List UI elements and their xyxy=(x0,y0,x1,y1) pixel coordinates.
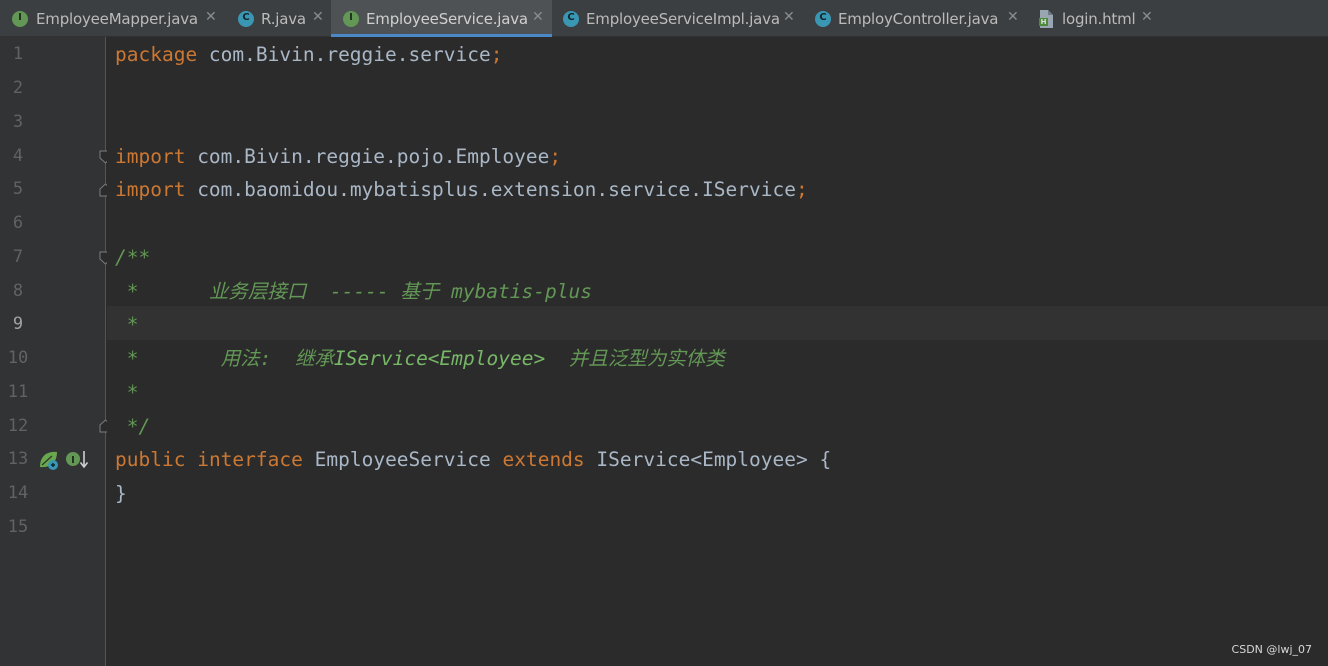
code-line-1[interactable]: package com.Bivin.reggie.service; xyxy=(115,38,502,72)
editor-tab-bar: I EmployeeMapper.java ✕ C R.java ✕ I Emp… xyxy=(0,0,1328,37)
tab-employcontroller[interactable]: C EmployController.java ✕ xyxy=(804,0,1028,37)
code-line-8[interactable]: * 业务层接口 ----- 基于 mybatis-plus xyxy=(115,275,592,309)
supertype: IService<Employee> { xyxy=(596,448,832,471)
keyword: package xyxy=(115,43,198,66)
tab-login-html[interactable]: H login.html ✕ xyxy=(1028,0,1168,37)
interface-file-icon: I xyxy=(343,11,359,27)
close-icon[interactable]: ✕ xyxy=(1007,9,1019,25)
svg-text:I: I xyxy=(71,455,75,466)
line-number: 1 xyxy=(12,44,24,64)
tab-label: EmployeeService.java xyxy=(366,10,528,28)
line-number-gutter[interactable]: 1 2 3 4 5 6 7 8 9 10 11 12 13 14 15 I xyxy=(0,37,106,666)
class-file-icon: C xyxy=(238,11,254,27)
import-path: com.baomidou.mybatisplus.extension.servi… xyxy=(185,178,796,201)
tab-label: EmployeeMapper.java xyxy=(36,10,198,28)
doc-text: * 用法: 继承 xyxy=(115,347,334,370)
class-file-icon: C xyxy=(563,11,579,27)
interface-implemented-icon[interactable]: I xyxy=(65,449,89,471)
line-number: 5 xyxy=(12,179,24,199)
semicolon: ; xyxy=(490,43,503,66)
line-number: 13 xyxy=(7,449,29,469)
close-icon[interactable]: ✕ xyxy=(532,9,544,25)
code-line-13[interactable]: public interface EmployeeService extends… xyxy=(115,443,831,477)
keyword: public xyxy=(115,448,186,471)
tab-label: login.html xyxy=(1062,10,1136,28)
tab-employeeservice[interactable]: I EmployeeService.java ✕ xyxy=(331,0,552,37)
line-number: 6 xyxy=(12,213,24,233)
watermark: CSDN @lwj_07 xyxy=(1231,643,1312,656)
code-line-12[interactable]: */ xyxy=(115,410,151,444)
code-line-4[interactable]: import com.Bivin.reggie.pojo.Employee; xyxy=(115,140,561,174)
keyword: import xyxy=(115,145,186,168)
keyword: import xyxy=(115,178,186,201)
line-number: 14 xyxy=(7,483,29,503)
current-line-highlight xyxy=(107,306,1328,340)
code-editor[interactable]: package com.Bivin.reggie.service; import… xyxy=(107,37,1328,666)
tab-label: EmployeeServiceImpl.java xyxy=(586,10,780,28)
keyword: extends xyxy=(502,448,585,471)
line-number: 7 xyxy=(12,247,24,267)
tab-label: EmployController.java xyxy=(838,10,999,28)
line-number: 3 xyxy=(12,112,24,132)
line-number: 12 xyxy=(7,416,29,436)
code-line-5[interactable]: import com.baomidou.mybatisplus.extensio… xyxy=(115,173,808,207)
line-number: 4 xyxy=(12,146,24,166)
semicolon: ; xyxy=(795,178,808,201)
keyword: interface xyxy=(197,448,303,471)
code-line-7[interactable]: /** xyxy=(115,241,150,275)
code-line-9[interactable]: * xyxy=(115,308,139,342)
code-line-10[interactable]: * 用法: 继承IService<Employee> 并且泛型为实体类 xyxy=(115,342,725,376)
tab-r[interactable]: C R.java ✕ xyxy=(227,0,331,37)
implemented-by-bean-icon[interactable] xyxy=(37,449,61,471)
code-line-14[interactable]: } xyxy=(115,477,127,511)
close-icon[interactable]: ✕ xyxy=(783,9,795,25)
close-icon[interactable]: ✕ xyxy=(1141,9,1153,25)
html-file-icon: H xyxy=(1038,10,1054,28)
doc-type-reference: IService<Employee> xyxy=(333,347,546,370)
close-icon[interactable]: ✕ xyxy=(312,9,324,25)
package-name: com.Bivin.reggie.service xyxy=(197,43,491,66)
tab-employeeserviceimpl[interactable]: C EmployeeServiceImpl.java ✕ xyxy=(552,0,804,37)
import-path: com.Bivin.reggie.pojo.Employee xyxy=(185,145,550,168)
line-number: 10 xyxy=(7,348,29,368)
semicolon: ; xyxy=(549,145,562,168)
interface-name: EmployeeService xyxy=(314,448,491,471)
line-number-current: 9 xyxy=(12,314,24,334)
doc-text: 并且泛型为实体类 xyxy=(545,347,725,370)
line-number: 8 xyxy=(12,281,24,301)
line-number: 15 xyxy=(7,517,29,537)
line-number: 11 xyxy=(7,382,29,402)
tab-label: R.java xyxy=(261,10,306,28)
tab-employeemapper[interactable]: I EmployeeMapper.java ✕ xyxy=(0,0,227,37)
class-file-icon: C xyxy=(815,11,831,27)
line-number: 2 xyxy=(12,78,24,98)
code-line-11[interactable]: * xyxy=(115,376,139,410)
close-icon[interactable]: ✕ xyxy=(205,9,217,25)
interface-file-icon: I xyxy=(12,11,28,27)
